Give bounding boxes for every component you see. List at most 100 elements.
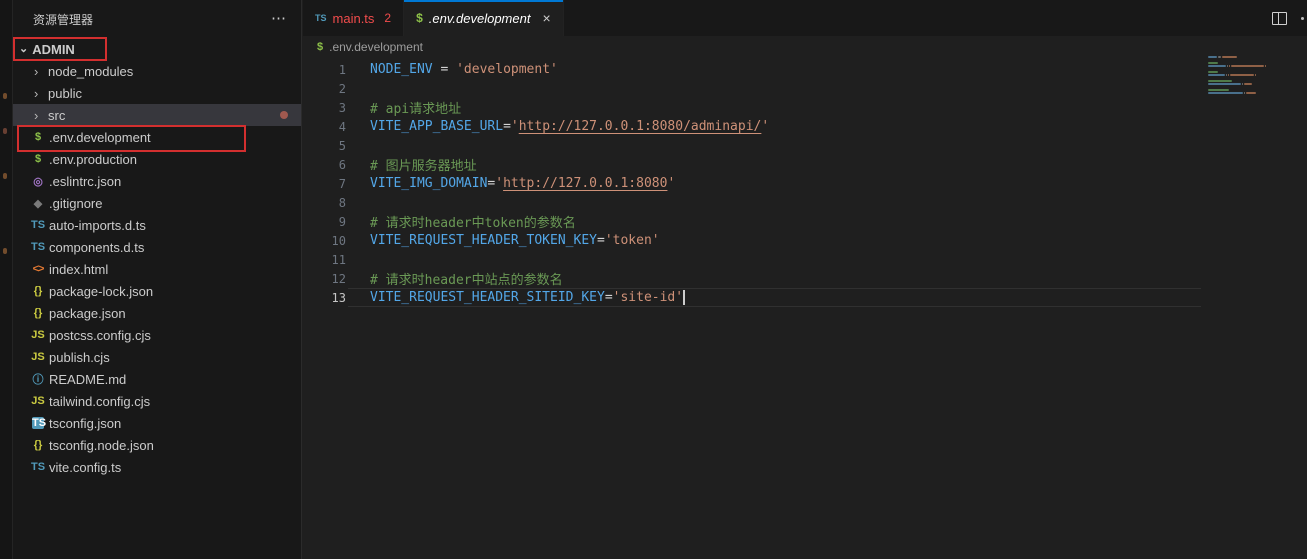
- tree-item-tsconfig-json[interactable]: TStsconfig.json: [13, 412, 301, 434]
- env-file-icon: $: [317, 41, 323, 53]
- code-line-8[interactable]: 8: [303, 193, 1207, 212]
- js-file-icon: JS: [30, 329, 46, 341]
- tree-item-components-d-ts[interactable]: TScomponents.d.ts: [13, 236, 301, 258]
- tree-item-label: README.md: [49, 372, 126, 387]
- code-line-12[interactable]: 12# 请求时header中站点的参数名: [303, 269, 1207, 288]
- tree-item-postcss-config-cjs[interactable]: JSpostcss.config.cjs: [13, 324, 301, 346]
- tree-item-node-modules[interactable]: ›node_modules: [13, 60, 301, 82]
- tree-item--env-development[interactable]: $.env.development: [13, 126, 301, 148]
- tree-item-label: public: [48, 86, 82, 101]
- tree-item-label: vite.config.ts: [49, 460, 121, 475]
- tree-item-package-lock-json[interactable]: {}package-lock.json: [13, 280, 301, 302]
- modified-dot: [280, 111, 288, 119]
- tree-item-label: index.html: [49, 262, 108, 277]
- more-actions-icon[interactable]: [1301, 17, 1304, 20]
- env-file-icon: $: [30, 153, 46, 165]
- tree-item-auto-imports-d-ts[interactable]: TSauto-imports.d.ts: [13, 214, 301, 236]
- code-line-1[interactable]: 1NODE_ENV = 'development': [303, 60, 1207, 79]
- line-number: 11: [303, 253, 346, 267]
- tree-item-label: publish.cjs: [49, 350, 110, 365]
- tab-problem-badge: 2: [384, 11, 391, 25]
- explorer-header: 资源管理器 ⋯: [13, 0, 301, 38]
- tree-item-public[interactable]: ›public: [13, 82, 301, 104]
- tree-item-label: auto-imports.d.ts: [49, 218, 146, 233]
- tree-item-label: postcss.config.cjs: [49, 328, 151, 343]
- code-line-5[interactable]: 5: [303, 136, 1207, 155]
- tree-item-tailwind-config-cjs[interactable]: JStailwind.config.cjs: [13, 390, 301, 412]
- tree-item-index-html[interactable]: <>index.html: [13, 258, 301, 280]
- tree-item-publish-cjs[interactable]: JSpublish.cjs: [13, 346, 301, 368]
- minimap[interactable]: [1208, 56, 1266, 95]
- line-number: 12: [303, 272, 346, 286]
- sidebar-section-admin[interactable]: ⌄ ADMIN: [13, 38, 301, 60]
- code-line-10[interactable]: 10VITE_REQUEST_HEADER_TOKEN_KEY='token': [303, 231, 1207, 250]
- tree-item-package-json[interactable]: {}package.json: [13, 302, 301, 324]
- tree-item-label: package-lock.json: [49, 284, 153, 299]
- code-line-2[interactable]: 2: [303, 79, 1207, 98]
- tree-item-label: package.json: [49, 306, 126, 321]
- decoration: [3, 173, 7, 179]
- tree-item-label: src: [48, 108, 65, 123]
- code-area[interactable]: 1NODE_ENV = 'development'23# api请求地址4VIT…: [303, 60, 1207, 307]
- breadcrumb-label: .env.development: [329, 40, 423, 54]
- json-file-icon: {}: [30, 307, 46, 319]
- editor-actions: [1272, 0, 1307, 36]
- section-label: ADMIN: [32, 42, 75, 57]
- chevron-right-icon: ›: [34, 64, 48, 79]
- code-line-3[interactable]: 3# api请求地址: [303, 98, 1207, 117]
- json-file-icon: {}: [30, 439, 46, 451]
- chevron-down-icon: ⌄: [19, 42, 28, 55]
- html-file-icon: <>: [30, 263, 46, 275]
- js-file-icon: JS: [30, 395, 46, 407]
- split-editor-icon[interactable]: [1272, 12, 1287, 25]
- tree-item-label: tsconfig.node.json: [49, 438, 154, 453]
- vscode-window: 资源管理器 ⋯ ⌄ ADMIN ›node_modules›public›src…: [0, 0, 1307, 559]
- tree-item-label: .env.production: [49, 152, 137, 167]
- code-line-7[interactable]: 7VITE_IMG_DOMAIN='http://127.0.0.1:8080': [303, 174, 1207, 193]
- decoration: [3, 248, 7, 254]
- tree-item--eslintrc-json[interactable]: ◎.eslintrc.json: [13, 170, 301, 192]
- more-actions-icon[interactable]: ⋯: [271, 14, 287, 24]
- line-number: 8: [303, 196, 346, 210]
- explorer-sidebar: 资源管理器 ⋯ ⌄ ADMIN ›node_modules›public›src…: [13, 0, 302, 559]
- tree-item--gitignore[interactable]: ◆.gitignore: [13, 192, 301, 214]
- git-file-icon: ◆: [30, 197, 46, 210]
- decoration: [3, 128, 7, 134]
- activity-bar[interactable]: [0, 0, 13, 559]
- code-line-13[interactable]: 13VITE_REQUEST_HEADER_SITEID_KEY='site-i…: [303, 288, 1207, 307]
- ts-file-icon: TS: [30, 461, 46, 473]
- tab-bar: TSmain.ts2$.env.development×: [303, 0, 1307, 36]
- env-file-icon: $: [416, 11, 423, 25]
- code-line-6[interactable]: 6# 图片服务器地址: [303, 155, 1207, 174]
- close-icon[interactable]: ×: [542, 10, 550, 26]
- tree-item-src[interactable]: ›src: [13, 104, 301, 126]
- tree-item-label: tsconfig.json: [49, 416, 121, 431]
- code-line-9[interactable]: 9# 请求时header中token的参数名: [303, 212, 1207, 231]
- tab-label: .env.development: [429, 11, 531, 26]
- tab--env-development[interactable]: $ .env.development ×: [404, 0, 564, 36]
- tree-item-vite-config-ts[interactable]: TSvite.config.ts: [13, 456, 301, 478]
- tree-item-label: .env.development: [49, 130, 151, 145]
- ts-file-icon: TS: [30, 219, 46, 231]
- ts-file-icon: TS: [30, 241, 46, 253]
- tree-item-readme-md[interactable]: ⓘREADME.md: [13, 368, 301, 390]
- code-line-4[interactable]: 4VITE_APP_BASE_URL='http://127.0.0.1:808…: [303, 117, 1207, 136]
- js-file-icon: JS: [30, 351, 46, 363]
- tree-item-label: .eslintrc.json: [49, 174, 121, 189]
- tree-item-label: .gitignore: [49, 196, 102, 211]
- eslint-file-icon: ◎: [30, 175, 46, 188]
- tree-item--env-production[interactable]: $.env.production: [13, 148, 301, 170]
- line-number: 1: [303, 63, 346, 77]
- line-number: 13: [303, 291, 346, 305]
- line-number: 6: [303, 158, 346, 172]
- code-line-11[interactable]: 11: [303, 250, 1207, 269]
- tree-item-tsconfig-node-json[interactable]: {}tsconfig.node.json: [13, 434, 301, 456]
- line-number: 10: [303, 234, 346, 248]
- json-file-icon: {}: [30, 285, 46, 297]
- breadcrumb[interactable]: $ .env.development: [303, 36, 423, 58]
- file-tree: ›node_modules›public›src$.env.developmen…: [13, 60, 301, 478]
- tab-main-ts[interactable]: TSmain.ts2: [303, 0, 404, 36]
- env-file-icon: $: [30, 131, 46, 143]
- tab-label: main.ts: [333, 11, 375, 26]
- chevron-right-icon: ›: [34, 86, 48, 101]
